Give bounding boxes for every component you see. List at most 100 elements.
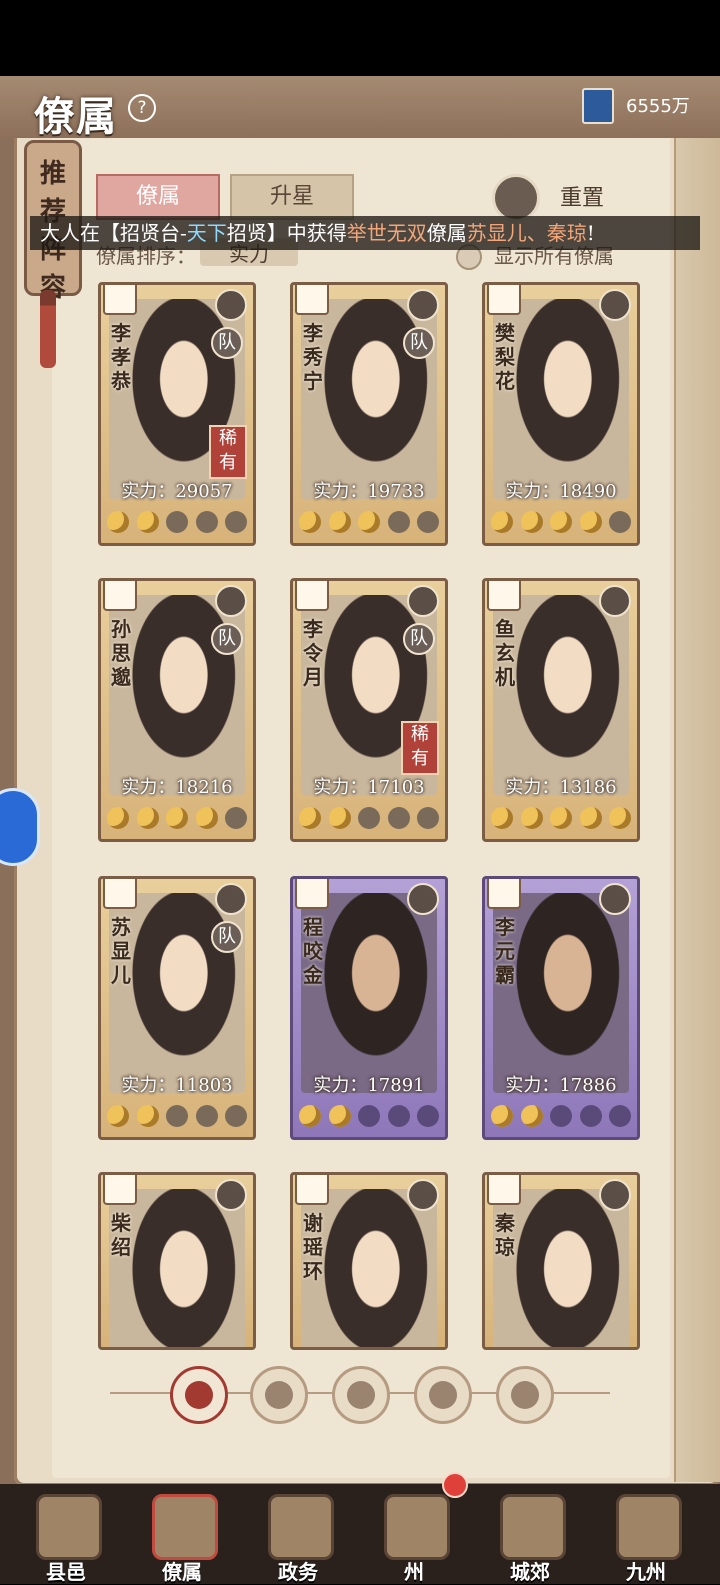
book-currency-icon — [582, 88, 614, 124]
class-icon — [407, 289, 439, 321]
nav-county[interactable]: 县邑 — [18, 1488, 114, 1584]
retinue-card[interactable]: 柴绍 — [98, 1172, 256, 1350]
star-rating — [299, 807, 439, 833]
nav-prefecture[interactable]: 州 — [366, 1488, 462, 1584]
rank-icon — [103, 879, 137, 909]
moon-star-icon — [225, 1105, 247, 1127]
rank-icon — [103, 581, 137, 611]
moon-star-icon — [579, 807, 602, 829]
class-icon — [407, 585, 439, 617]
category-lion-button[interactable] — [496, 1366, 554, 1424]
reset-icon[interactable] — [492, 174, 540, 222]
retinue-card[interactable]: 秦琼 — [482, 1172, 640, 1350]
moon-star-icon — [609, 511, 631, 533]
nav-nine-states[interactable]: 九州 — [598, 1488, 694, 1584]
power-value: 实力：19733 — [313, 481, 425, 502]
all-icon — [185, 1381, 213, 1409]
retinue-name: 李秀宁 — [303, 321, 323, 393]
reset-button[interactable]: 重置 — [560, 180, 604, 212]
class-icon — [215, 1179, 247, 1211]
moon-star-icon — [225, 511, 247, 533]
retinue-card[interactable]: 鱼玄机 实力：13186 — [482, 578, 640, 842]
team-badge: 队 — [403, 623, 435, 655]
retinue-card[interactable]: 谢瑶环 — [290, 1172, 448, 1350]
retinue-name: 苏显儿 — [111, 915, 131, 987]
category-all-button[interactable] — [170, 1366, 228, 1424]
page-title: 僚属 — [34, 93, 118, 140]
retinue-card[interactable]: 樊梨花 实力：18490 — [482, 282, 640, 546]
category-gourd-button[interactable] — [332, 1366, 390, 1424]
banner-prefix: 大人在【招贤台- — [40, 221, 187, 245]
nav-prefecture-label: 州 — [404, 1560, 424, 1584]
category-fan-button[interactable] — [414, 1366, 472, 1424]
class-icon — [215, 585, 247, 617]
power-value: 实力：18490 — [505, 481, 617, 502]
moon-star-icon — [166, 511, 188, 533]
rank-icon — [487, 1175, 521, 1205]
class-icon — [599, 289, 631, 321]
star-rating — [107, 511, 247, 537]
side-floating-button[interactable] — [0, 788, 40, 866]
currency-display: 6555万 — [582, 86, 700, 124]
retinue-card[interactable]: 李秀宁 队实力：19733 — [290, 282, 448, 546]
retinue-card[interactable]: 孙思邈 队实力：18216 — [98, 578, 256, 842]
moon-star-icon — [195, 511, 218, 533]
star-rating — [491, 511, 631, 537]
rank-icon — [487, 581, 521, 611]
class-icon — [599, 1179, 631, 1211]
class-icon — [599, 883, 631, 915]
county-icon — [36, 1494, 102, 1560]
gourd-icon — [347, 1381, 375, 1409]
star-rating — [491, 807, 631, 833]
retinue-card[interactable]: 李元霸 实力：17886 — [482, 876, 640, 1140]
nav-retinue[interactable]: 僚属 — [134, 1488, 230, 1584]
banner-names: 苏显儿、秦琼 — [466, 221, 587, 245]
team-badge: 队 — [211, 623, 243, 655]
nav-affairs[interactable]: 政务 — [250, 1488, 346, 1584]
class-icon — [407, 1179, 439, 1211]
retinue-name: 柴绍 — [111, 1211, 131, 1259]
status-bar — [0, 0, 720, 76]
banner-suffix: ! — [586, 221, 595, 245]
moon-star-icon — [358, 807, 380, 829]
rare-badge: 稀有 — [401, 721, 439, 775]
nav-affairs-label: 政务 — [278, 1560, 318, 1584]
moon-star-icon — [328, 511, 351, 533]
moon-star-icon — [609, 807, 631, 829]
retinue-card[interactable]: 李令月 队稀有 实力：17103 — [290, 578, 448, 842]
retinue-card[interactable]: 苏显儿 队实力：11803 — [98, 876, 256, 1140]
category-bell-button[interactable] — [250, 1366, 308, 1424]
retinue-card[interactable]: 李孝恭 队稀有 实力：29057 — [98, 282, 256, 546]
retinue-card[interactable]: 程咬金 实力：17891 — [290, 876, 448, 1140]
currency-value: 6555万 — [626, 96, 690, 117]
moon-star-icon — [225, 807, 247, 829]
rank-icon — [295, 879, 329, 909]
banner-event: 天下 — [186, 221, 227, 245]
team-badge: 队 — [211, 921, 243, 953]
moon-star-icon — [491, 807, 513, 829]
moon-star-icon — [107, 511, 129, 533]
star-rating — [299, 511, 439, 537]
retinue-name: 李令月 — [303, 617, 323, 689]
help-icon[interactable]: ? — [128, 94, 156, 122]
nine-states-icon — [616, 1494, 682, 1560]
moon-star-icon — [358, 1105, 380, 1127]
moon-star-icon — [520, 1105, 543, 1127]
moon-star-icon — [299, 1105, 321, 1127]
retinue-icon — [152, 1494, 218, 1560]
tab-upgrade-star[interactable]: 升星 — [230, 174, 354, 220]
nav-suburb[interactable]: 城郊 — [482, 1488, 578, 1584]
moon-star-icon — [358, 511, 380, 533]
prefecture-icon — [384, 1494, 450, 1560]
class-icon — [599, 585, 631, 617]
moon-star-icon — [579, 1105, 602, 1127]
class-icon — [215, 289, 247, 321]
moon-star-icon — [195, 807, 218, 829]
moon-star-icon — [328, 1105, 351, 1127]
banner-rarity: 举世无双 — [346, 221, 427, 245]
moon-star-icon — [579, 511, 602, 533]
moon-star-icon — [195, 1105, 218, 1127]
tab-retinue[interactable]: 僚属 — [96, 174, 220, 220]
power-value: 实力：17103 — [313, 777, 425, 798]
moon-star-icon — [387, 511, 410, 533]
